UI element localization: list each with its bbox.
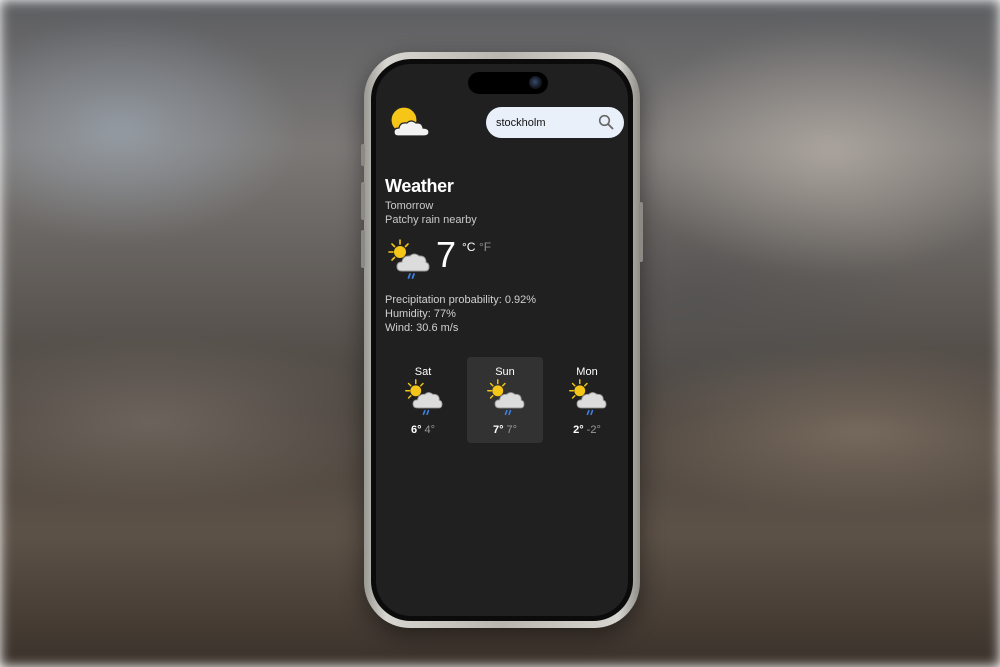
forecast-temps: 2° -2°	[549, 424, 625, 436]
page-title: Weather	[385, 176, 454, 196]
humidity-text: Humidity: 77%	[385, 308, 456, 320]
sun-cloud-rain-icon	[569, 379, 607, 416]
forecast-temps: 7° 7°	[467, 424, 543, 436]
screen-bezel: Weather Tomorrow Patchy rain nearby	[371, 59, 633, 621]
sun-behind-cloud-icon	[390, 106, 430, 137]
app-screen: Weather Tomorrow Patchy rain nearby	[376, 64, 628, 616]
fahrenheit-toggle[interactable]: °F	[479, 240, 491, 254]
sun-cloud-rain-icon	[388, 239, 430, 279]
power-button	[639, 202, 643, 262]
forecast-low: 7°	[506, 424, 518, 436]
front-camera	[529, 76, 542, 89]
forecast-high: 7°	[492, 424, 504, 436]
volume-down-button	[361, 230, 365, 268]
forecast-day-name: Sat	[414, 366, 432, 378]
forecast-day-name: Mon	[576, 366, 598, 378]
forecast-day-name: Sun	[495, 366, 515, 378]
current-temperature: 7	[436, 234, 457, 275]
wind-text: Wind: 30.6 m/s	[385, 322, 459, 334]
action-button	[361, 144, 365, 166]
forecast-high: 2°	[573, 424, 584, 436]
forecast-day-label: Tomorrow	[385, 200, 434, 212]
forecast-temps: 6° 4°	[385, 424, 461, 436]
daily-forecast: Sat 6° 4° Sun 7° 7° Mon 2° -2°	[385, 357, 625, 443]
forecast-day-sun[interactable]: Sun 7° 7°	[467, 357, 543, 443]
forecast-high: 6°	[410, 424, 422, 436]
dynamic-island	[468, 72, 548, 94]
search-input[interactable]	[496, 116, 592, 129]
forecast-low: 4°	[424, 424, 436, 436]
forecast-day-mon[interactable]: Mon 2° -2°	[549, 357, 625, 443]
sun-cloud-rain-icon	[487, 379, 525, 416]
phone-frame: Weather Tomorrow Patchy rain nearby	[361, 52, 643, 628]
precipitation-text: Precipitation probability: 0.92%	[385, 294, 537, 306]
weather-details: Precipitation probability: 0.92% Humidit…	[385, 293, 536, 335]
condition-text: Patchy rain nearby	[385, 214, 477, 226]
volume-up-button	[361, 182, 365, 220]
search-bar[interactable]	[486, 107, 624, 138]
forecast-day-sat[interactable]: Sat 6° 4°	[385, 357, 461, 443]
forecast-low: -2°	[586, 424, 601, 436]
search-icon[interactable]	[598, 114, 614, 130]
sun-cloud-rain-icon	[405, 379, 443, 416]
celsius-toggle[interactable]: °C	[462, 240, 475, 254]
